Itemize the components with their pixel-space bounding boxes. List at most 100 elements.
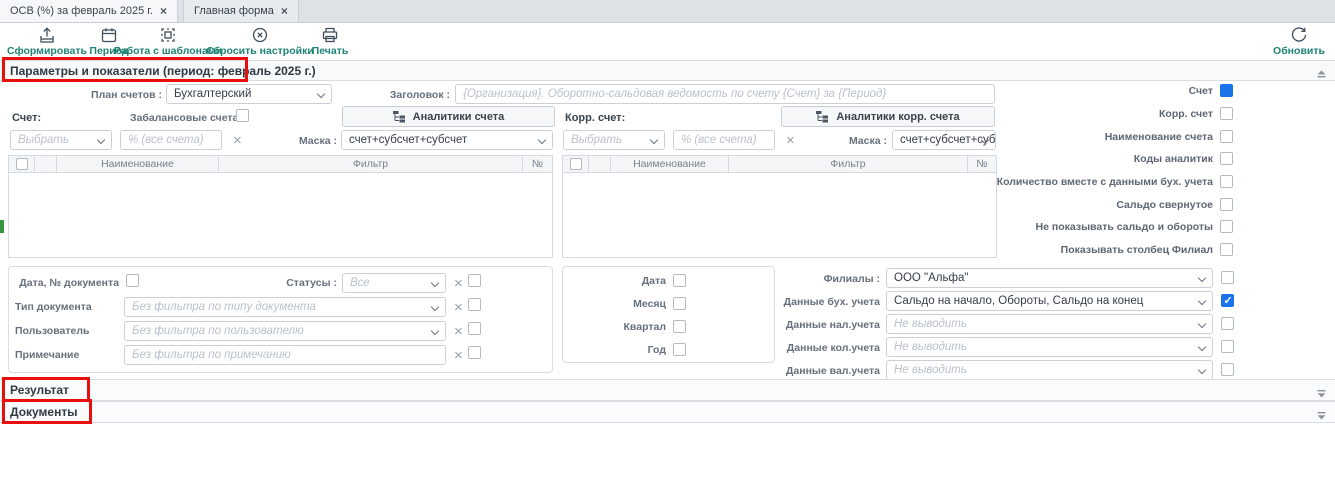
expand-icon[interactable] xyxy=(1317,409,1326,423)
documents-section-title: Документы xyxy=(10,405,77,419)
korr-maska-select[interactable]: счет+субсчет+субс xyxy=(892,130,996,150)
reset-settings-button[interactable]: Сбросить настройки xyxy=(212,26,308,57)
option-kolichestvo: Количество вместе с данными бух. учета xyxy=(1000,175,1233,188)
parameters-section-title: Параметры и показатели (период: февраль … xyxy=(10,64,316,78)
parameters-section-header[interactable]: Параметры и показатели (период: февраль … xyxy=(0,60,1335,81)
analytics-korr-schet-button[interactable]: Аналитики корр. счета xyxy=(781,106,995,127)
god-checkbox[interactable] xyxy=(673,343,686,356)
korr-schet-checkbox[interactable] xyxy=(1220,107,1233,120)
kody-analitik-checkbox[interactable] xyxy=(1220,152,1233,165)
dannye-val-select[interactable]: Не выводить xyxy=(886,360,1213,380)
option-korr-schet: Корр. счет xyxy=(1000,107,1233,120)
schet-checkbox[interactable] xyxy=(1220,84,1233,97)
tab-bar: ОСВ (%) за февраль 2025 г. × Главная фор… xyxy=(0,0,1335,23)
documents-section-header[interactable]: Документы xyxy=(0,401,1335,423)
dannye-val-label: Данные вал.учета xyxy=(740,364,880,378)
chevron-down-icon xyxy=(1198,320,1206,328)
dannye-buh-label: Данные бух. учета xyxy=(740,295,880,309)
dannye-buh-checkbox[interactable] xyxy=(1221,294,1234,307)
table-header: Наименование Фильтр № xyxy=(563,156,996,173)
select-all-checkbox[interactable] xyxy=(570,158,582,170)
dannye-nal-select[interactable]: Не выводить xyxy=(886,314,1213,334)
clear-icon[interactable]: × xyxy=(454,301,463,314)
option-stolbec-filial: Показывать столбец Филиал xyxy=(1000,243,1233,256)
tab-main-form[interactable]: Главная форма × xyxy=(183,0,299,22)
chevron-down-icon xyxy=(650,136,658,144)
korr-schet-label: Корр. счет: xyxy=(565,111,625,125)
stolbec-filial-checkbox[interactable] xyxy=(1220,243,1233,256)
refresh-button[interactable]: Обновить xyxy=(1272,26,1326,57)
schet-filter-input[interactable]: % (все счета) xyxy=(120,130,222,150)
chevron-down-icon xyxy=(538,136,546,144)
primechanie-label: Примечание xyxy=(15,348,79,362)
reset-icon xyxy=(251,26,269,44)
clear-icon[interactable]: × xyxy=(786,134,795,147)
naimenovanie-checkbox[interactable] xyxy=(1220,130,1233,143)
tab-main-form-label: Главная форма xyxy=(194,5,274,17)
clear-icon[interactable]: × xyxy=(454,349,463,362)
data-nomer-checkbox[interactable] xyxy=(126,274,139,287)
tip-dokumenta-checkbox[interactable] xyxy=(468,298,481,311)
statusy-select[interactable]: Все xyxy=(342,273,446,293)
schet-select[interactable]: Выбрать xyxy=(10,130,112,150)
collapse-icon[interactable] xyxy=(1317,67,1326,81)
header-checkbox-cell xyxy=(563,156,589,172)
data-checkbox[interactable] xyxy=(673,274,686,287)
schet-analytics-table: Наименование Фильтр № xyxy=(8,155,553,258)
filialy-checkbox[interactable] xyxy=(1221,271,1234,284)
tab-osv[interactable]: ОСВ (%) за февраль 2025 г. × xyxy=(0,0,178,22)
tip-dokumenta-select[interactable]: Без фильтра по типу документа xyxy=(124,297,446,317)
table-header: Наименование Фильтр № xyxy=(9,156,552,173)
result-section-header[interactable]: Результат xyxy=(0,379,1335,401)
polzovatel-checkbox[interactable] xyxy=(468,322,481,335)
statusy-label: Статусы : xyxy=(259,276,337,290)
dannye-kol-select[interactable]: Не выводить xyxy=(886,337,1213,357)
clear-icon[interactable]: × xyxy=(454,277,463,290)
option-saldo-svernutoe: Сальдо свернутое xyxy=(1000,198,1233,211)
header-checkbox-cell xyxy=(9,156,35,172)
kolichestvo-checkbox[interactable] xyxy=(1220,175,1233,188)
statusy-checkbox[interactable] xyxy=(468,274,481,287)
expand-icon[interactable] xyxy=(1317,387,1326,401)
header-num: № xyxy=(523,156,552,172)
print-button[interactable]: Печать xyxy=(308,26,352,57)
primechanie-checkbox[interactable] xyxy=(468,346,481,359)
print-icon xyxy=(321,26,339,44)
clear-icon[interactable]: × xyxy=(233,134,242,147)
zabalans-checkbox[interactable] xyxy=(236,109,249,122)
chevron-down-icon xyxy=(97,136,105,144)
generate-button[interactable]: Сформировать xyxy=(10,26,84,57)
data-nomer-dokumenta-label: Дата, № документа xyxy=(15,276,119,290)
header-blank-cell xyxy=(35,156,57,172)
select-all-checkbox[interactable] xyxy=(16,158,28,170)
templates-button[interactable]: Работа с шаблонами xyxy=(118,26,218,57)
kvartal-checkbox[interactable] xyxy=(673,320,686,333)
header-num: № xyxy=(968,156,996,172)
header-name: Наименование xyxy=(611,156,729,172)
generate-icon xyxy=(38,26,56,44)
close-icon[interactable]: × xyxy=(281,5,288,17)
korr-schet-select[interactable]: Выбрать xyxy=(563,130,665,150)
ne-pokazyvat-checkbox[interactable] xyxy=(1220,220,1233,233)
dannye-val-checkbox[interactable] xyxy=(1221,363,1234,376)
refresh-icon xyxy=(1290,26,1308,44)
chevron-down-icon xyxy=(1198,274,1206,282)
saldo-svernutoe-checkbox[interactable] xyxy=(1220,198,1233,211)
plan-schetov-select[interactable]: Бухгалтерский xyxy=(166,84,332,104)
maska-select[interactable]: счет+субсчет+субсчет xyxy=(341,130,553,150)
filialy-select[interactable]: ООО "Альфа" xyxy=(886,268,1213,288)
chevron-down-icon xyxy=(317,90,325,98)
analytics-schet-button[interactable]: Аналитики счета xyxy=(342,106,555,127)
mesyac-checkbox[interactable] xyxy=(673,297,686,310)
zagolovok-input[interactable]: {Организация}. Оборотно-сальдовая ведомо… xyxy=(455,84,995,104)
primechanie-input[interactable]: Без фильтра по примечанию xyxy=(124,345,446,365)
korr-schet-filter-input[interactable]: % (все счета) xyxy=(673,130,775,150)
dannye-nal-checkbox[interactable] xyxy=(1221,317,1234,330)
clear-icon[interactable]: × xyxy=(454,325,463,338)
polzovatel-select[interactable]: Без фильтра по пользователю xyxy=(124,321,446,341)
dannye-buh-select[interactable]: Сальдо на начало, Обороты, Сальдо на кон… xyxy=(886,291,1213,311)
close-icon[interactable]: × xyxy=(160,5,167,17)
dannye-kol-checkbox[interactable] xyxy=(1221,340,1234,353)
zabalans-label: Забалансовые счета xyxy=(130,111,230,125)
templates-icon xyxy=(159,26,177,44)
